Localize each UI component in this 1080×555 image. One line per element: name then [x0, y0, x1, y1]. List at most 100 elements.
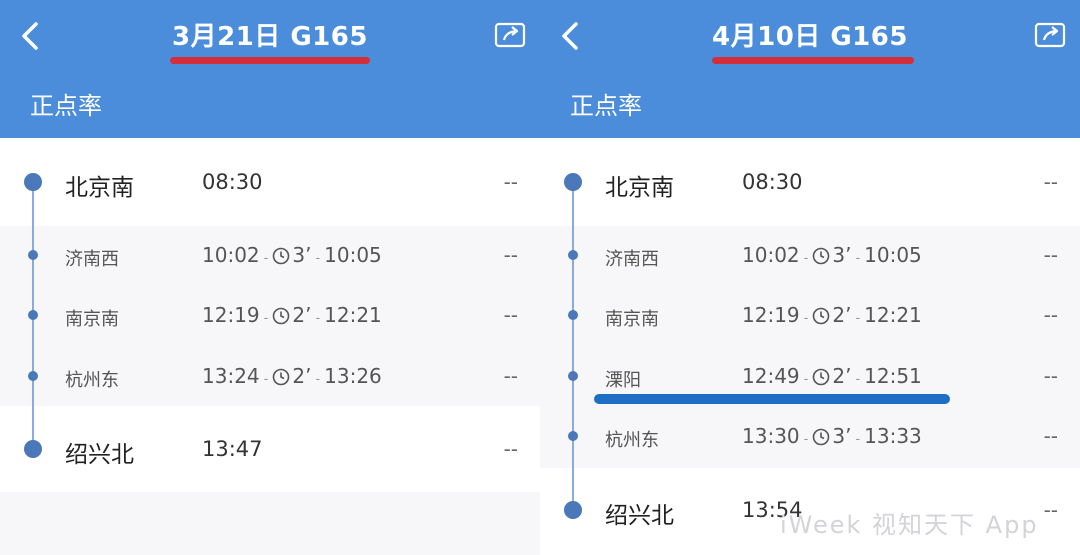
depart-time: 10:05 [324, 243, 382, 267]
station-name: 绍兴北 [605, 503, 674, 529]
separator: - [315, 372, 321, 387]
delay-status: -- [1043, 498, 1058, 522]
clock-icon [812, 424, 832, 448]
clock-icon [812, 364, 832, 388]
dwell-time: 2’ [292, 364, 312, 388]
dwell-time: 2’ [832, 303, 852, 327]
depart-time: 13:33 [864, 424, 922, 448]
station-times: 12:19-2’ -12:21 [742, 303, 922, 327]
clock-icon [272, 243, 292, 267]
station-name: 杭州东 [65, 370, 119, 391]
delay-status: -- [503, 303, 518, 327]
station-times: 08:30 [202, 170, 263, 194]
delay-status: -- [1043, 243, 1058, 267]
station-row[interactable]: 溧阳 12:49-2’ -12:51 -- [540, 356, 1080, 396]
route-line [572, 182, 574, 510]
delay-status: -- [1043, 364, 1058, 388]
left-panel: 3月21日 G165 正点率 北京南 08:30 -- 济南西 10:02-3’ -10:… [0, 0, 540, 555]
depart-time: 12:21 [324, 303, 382, 327]
station-name: 济南西 [605, 249, 659, 270]
arrive-time: 12:19 [742, 303, 800, 327]
arrive-time: 10:02 [202, 243, 260, 267]
arrive-time: 13:24 [202, 364, 260, 388]
station-name: 北京南 [605, 175, 674, 201]
header: 3月21日 G165 正点率 [0, 0, 540, 138]
separator: - [855, 311, 861, 326]
dwell-time: 2’ [292, 303, 312, 327]
timetable: 北京南 08:30 -- 济南西 10:02-3’ -10:05 -- 南京南 12:19-2’… [0, 138, 540, 555]
separator: - [263, 311, 269, 326]
timetable: 北京南 08:30 -- 济南西 10:02-3’ -10:05 -- 南京南 12:19-2’… [540, 138, 1080, 555]
arrive-time: 08:30 [202, 170, 263, 194]
delay-status: -- [1043, 170, 1058, 194]
red-highlight-underline [170, 57, 370, 64]
station-times: 10:02-3’ -10:05 [202, 243, 382, 267]
punctuality-rate-label: 正点率 [570, 92, 642, 120]
separator: - [855, 372, 861, 387]
dwell-time: 3’ [832, 424, 852, 448]
station-times: 12:49-2’ -12:51 [742, 364, 922, 388]
page-title: 3月21日 G165 [172, 22, 368, 52]
depart-time: 12:21 [864, 303, 922, 327]
station-name: 杭州东 [605, 430, 659, 451]
delay-status: -- [503, 364, 518, 388]
station-name: 南京南 [65, 309, 119, 330]
share-icon[interactable] [1034, 20, 1068, 50]
dwell-time: 2’ [832, 364, 852, 388]
arrive-time: 13:30 [742, 424, 800, 448]
separator: - [263, 251, 269, 266]
station-times: 08:30 [742, 170, 803, 194]
station-row[interactable]: 南京南 12:19-2’ -12:21 -- [0, 295, 540, 335]
depart-time: 13:26 [324, 364, 382, 388]
blue-highlight-underline [594, 394, 950, 404]
right-panel: 4月10日 G165 正点率 北京南 08:30 -- 济南西 10:02-3’ -10:… [540, 0, 1080, 555]
depart-time: 12:51 [864, 364, 922, 388]
separator: - [315, 251, 321, 266]
clock-icon [272, 303, 292, 327]
depart-time: 10:05 [864, 243, 922, 267]
delay-status: -- [503, 170, 518, 194]
separator: - [263, 372, 269, 387]
arrive-time: 13:47 [202, 437, 263, 461]
station-row[interactable]: 杭州东 13:30-3’ -13:33 -- [540, 416, 1080, 456]
separator: - [803, 251, 809, 266]
station-times: 12:19-2’ -12:21 [202, 303, 382, 327]
station-row[interactable]: 济南西 10:02-3’ -10:05 -- [0, 235, 540, 275]
dwell-time: 3’ [832, 243, 852, 267]
arrive-time: 08:30 [742, 170, 803, 194]
punctuality-rate-label: 正点率 [30, 92, 102, 120]
separator: - [803, 311, 809, 326]
station-name: 济南西 [65, 249, 119, 270]
station-row[interactable]: 北京南 08:30 -- [540, 162, 1080, 202]
delay-status: -- [1043, 424, 1058, 448]
separator: - [855, 251, 861, 266]
station-times: 10:02-3’ -10:05 [742, 243, 922, 267]
station-row[interactable]: 杭州东 13:24-2’ -13:26 -- [0, 356, 540, 396]
red-highlight-underline [712, 57, 914, 64]
clock-icon [812, 243, 832, 267]
clock-icon [272, 364, 292, 388]
station-name: 绍兴北 [65, 442, 134, 468]
station-times: 13:30-3’ -13:33 [742, 424, 922, 448]
delay-status: -- [503, 437, 518, 461]
page-title: 4月10日 G165 [712, 22, 908, 52]
station-row[interactable]: 济南西 10:02-3’ -10:05 -- [540, 235, 1080, 275]
station-row[interactable]: 南京南 12:19-2’ -12:21 -- [540, 295, 1080, 335]
station-times: 13:24-2’ -13:26 [202, 364, 382, 388]
station-row[interactable]: 北京南 08:30 -- [0, 162, 540, 202]
header: 4月10日 G165 正点率 [540, 0, 1080, 138]
separator: - [855, 432, 861, 447]
station-row[interactable]: 绍兴北 13:47 -- [0, 429, 540, 469]
separator: - [803, 372, 809, 387]
separator: - [315, 311, 321, 326]
station-name: 北京南 [65, 175, 134, 201]
arrive-time: 12:19 [202, 303, 260, 327]
clock-icon [812, 303, 832, 327]
station-name: 南京南 [605, 309, 659, 330]
share-icon[interactable] [494, 20, 528, 50]
delay-status: -- [1043, 303, 1058, 327]
delay-status: -- [503, 243, 518, 267]
dwell-time: 3’ [292, 243, 312, 267]
arrive-time: 12:49 [742, 364, 800, 388]
station-times: 13:47 [202, 437, 263, 461]
